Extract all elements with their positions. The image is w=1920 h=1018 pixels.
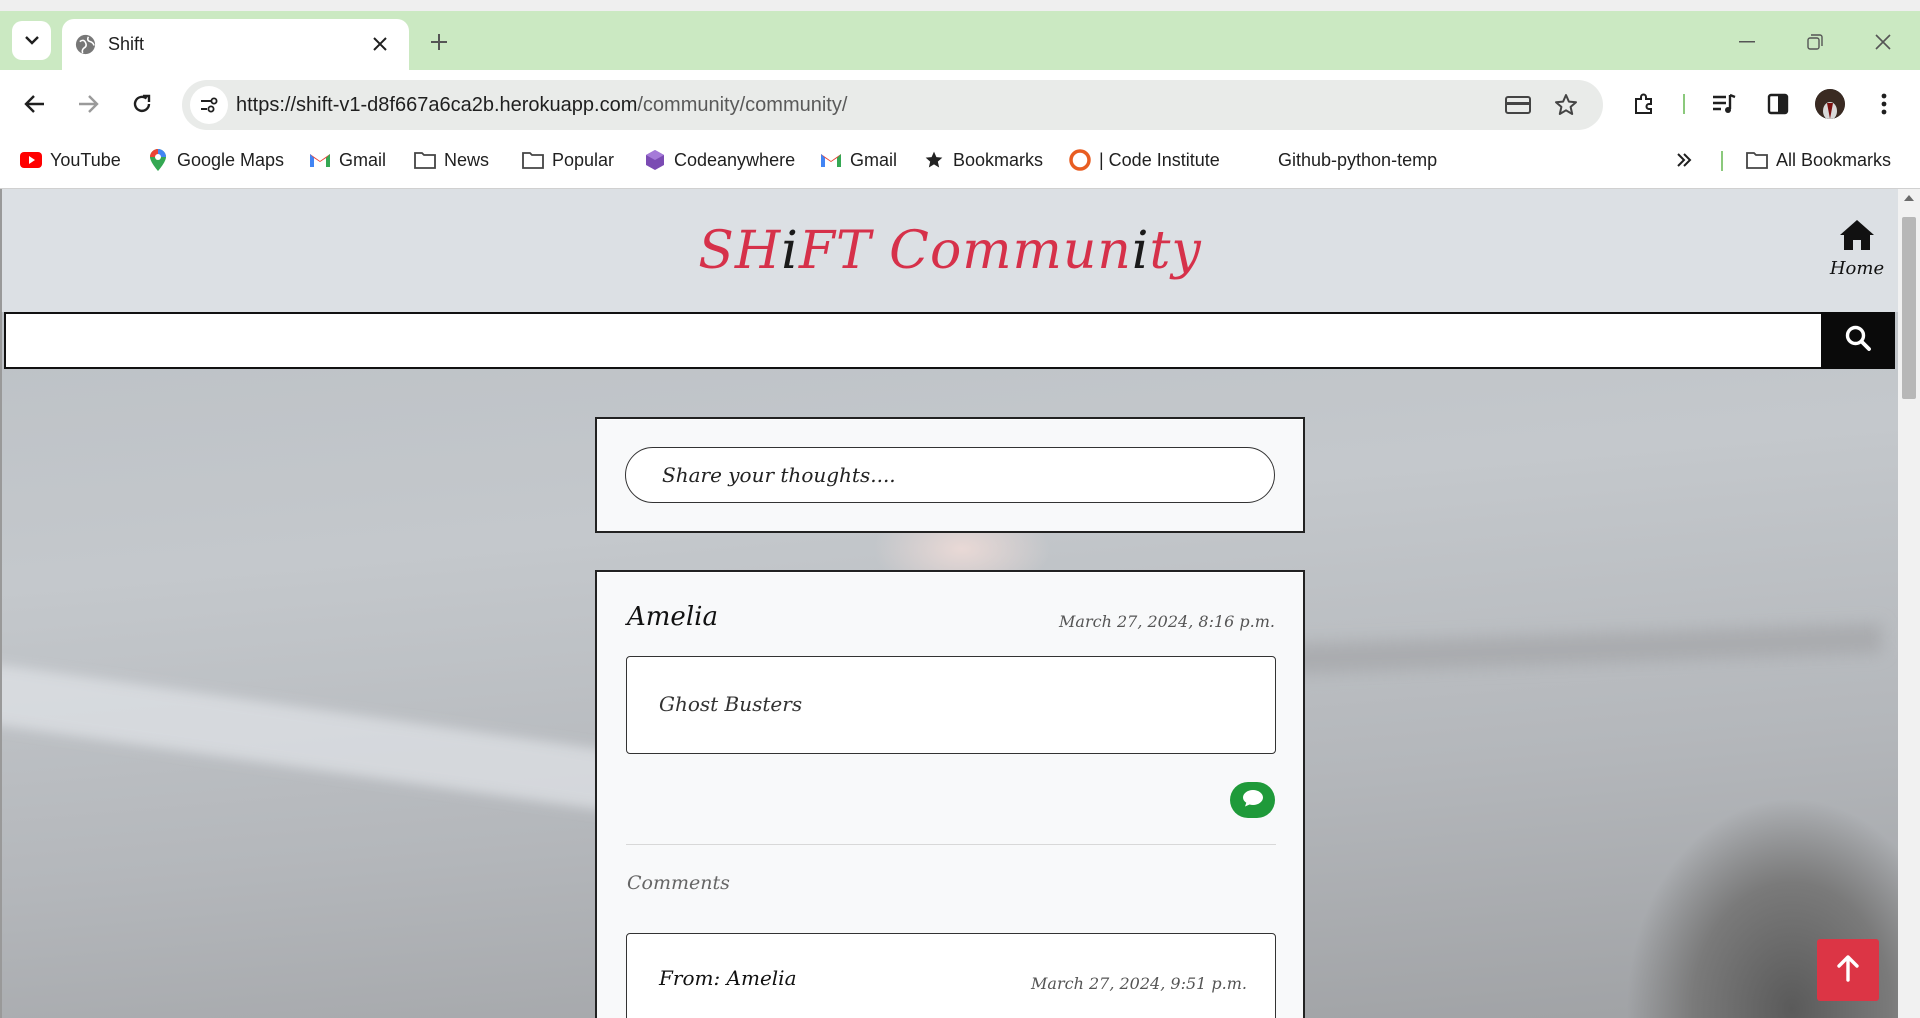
window-top-strip — [0, 0, 1920, 11]
star-icon — [923, 149, 945, 171]
reload-icon[interactable] — [125, 87, 159, 121]
comment-item: From: Amelia March 27, 2024, 9:51 p.m. — [626, 933, 1276, 1018]
post-card: Amelia March 27, 2024, 8:16 p.m. Ghost B… — [595, 570, 1305, 1018]
scroll-up-arrow-icon[interactable] — [1904, 195, 1914, 201]
background-photo-highlight — [2, 660, 663, 818]
url-text: https://shift-v1-d8f667a6ca2b.herokuapp.… — [236, 94, 848, 116]
bookmark-google-maps[interactable]: Google Maps — [147, 148, 284, 172]
home-label: Home — [1829, 258, 1885, 279]
back-to-top-button[interactable] — [1817, 939, 1879, 1001]
card-icon[interactable] — [1504, 91, 1532, 119]
bookmark-youtube[interactable]: YouTube — [20, 148, 121, 172]
minimize-icon[interactable] — [1732, 27, 1762, 57]
gmail-icon — [309, 149, 331, 171]
arrow-up-icon — [1836, 954, 1860, 987]
page-scrollbar[interactable] — [1898, 189, 1920, 1018]
all-bookmarks-folder[interactable]: All Bookmarks — [1746, 148, 1891, 172]
post-date: March 27, 2024, 8:16 p.m. — [1059, 612, 1275, 631]
codeanywhere-icon — [644, 149, 666, 171]
restore-icon[interactable] — [1800, 27, 1830, 57]
more-bookmarks-chevron-icon[interactable] — [1676, 148, 1692, 172]
extensions-puzzle-icon[interactable] — [1627, 87, 1661, 121]
folder-icon — [522, 149, 544, 171]
bookmark-star-icon[interactable] — [1552, 91, 1580, 119]
post-author: Amelia — [627, 602, 718, 632]
bookmark-codeanywhere[interactable]: Codeanywhere — [644, 148, 795, 172]
gmail-icon — [820, 149, 842, 171]
tab-search-button[interactable] — [12, 21, 51, 60]
comment-author: From: Amelia — [659, 966, 797, 990]
address-bar[interactable]: https://shift-v1-d8f667a6ca2b.herokuapp.… — [182, 80, 1603, 130]
home-icon — [1839, 219, 1875, 256]
media-controls-icon[interactable] — [1707, 87, 1741, 121]
more-menu-icon[interactable] — [1867, 87, 1901, 121]
post-content-box: Ghost Busters — [626, 656, 1276, 754]
forward-arrow-icon[interactable] — [71, 87, 105, 121]
side-panel-icon[interactable] — [1761, 87, 1795, 121]
bookmark-github-python-temp[interactable]: Github-python-temp — [1278, 148, 1437, 172]
comment-bubble-icon — [1242, 789, 1264, 812]
tab-bar: Shift — [0, 11, 1920, 70]
comments-heading: Comments — [627, 872, 730, 894]
globe-icon — [74, 33, 97, 56]
folder-icon — [414, 149, 436, 171]
site-brand-logo[interactable]: SHiFT Community — [2, 221, 1898, 281]
share-thoughts-card — [595, 417, 1305, 533]
search-icon — [1845, 325, 1871, 356]
profile-avatar[interactable] — [1815, 89, 1845, 119]
browser-tab-active[interactable]: Shift — [62, 19, 409, 70]
post-content: Ghost Busters — [659, 692, 803, 716]
post-divider — [626, 844, 1276, 845]
bookmark-folder-popular[interactable]: Popular — [522, 148, 614, 172]
search-input[interactable] — [4, 312, 1823, 369]
folder-icon — [1746, 149, 1768, 171]
code-institute-icon — [1069, 149, 1091, 171]
bookmark-folder-news[interactable]: News — [414, 148, 489, 172]
back-arrow-icon[interactable] — [18, 87, 52, 121]
youtube-icon — [20, 149, 42, 171]
site-header: SHiFT Community Home — [2, 189, 1898, 312]
search-button[interactable] — [1821, 312, 1895, 369]
scrollbar-thumb[interactable] — [1902, 217, 1916, 399]
bookmark-code-institute[interactable]: | Code Institute — [1069, 148, 1220, 172]
tab-title: Shift — [108, 34, 145, 54]
new-tab-plus-icon[interactable] — [426, 29, 452, 55]
bookmark-gmail[interactable]: Gmail — [309, 148, 386, 172]
share-thoughts-input[interactable] — [625, 447, 1275, 503]
bookmarks-bar: YouTube Google Maps Gmail News Popular C… — [0, 138, 1920, 182]
site-settings-icon[interactable] — [190, 86, 228, 124]
comment-date: March 27, 2024, 9:51 p.m. — [1031, 974, 1247, 993]
bookmark-bookmarks[interactable]: Bookmarks — [923, 148, 1043, 172]
site-search-bar — [2, 312, 1896, 369]
chevron-down-icon — [24, 32, 39, 50]
bookmark-gmail-2[interactable]: Gmail — [820, 148, 897, 172]
close-tab-icon[interactable] — [368, 32, 392, 56]
google-maps-icon — [147, 149, 169, 171]
browser-toolbar: https://shift-v1-d8f667a6ca2b.herokuapp.… — [0, 70, 1920, 138]
toolbar-separator — [1683, 94, 1685, 114]
home-nav-link[interactable]: Home — [1822, 219, 1892, 279]
close-window-icon[interactable] — [1868, 27, 1898, 57]
bookmarks-separator — [1721, 151, 1723, 171]
add-comment-button[interactable] — [1230, 782, 1275, 818]
page-viewport: SHiFT Community Home Amelia March 27, 20… — [0, 189, 1898, 1018]
